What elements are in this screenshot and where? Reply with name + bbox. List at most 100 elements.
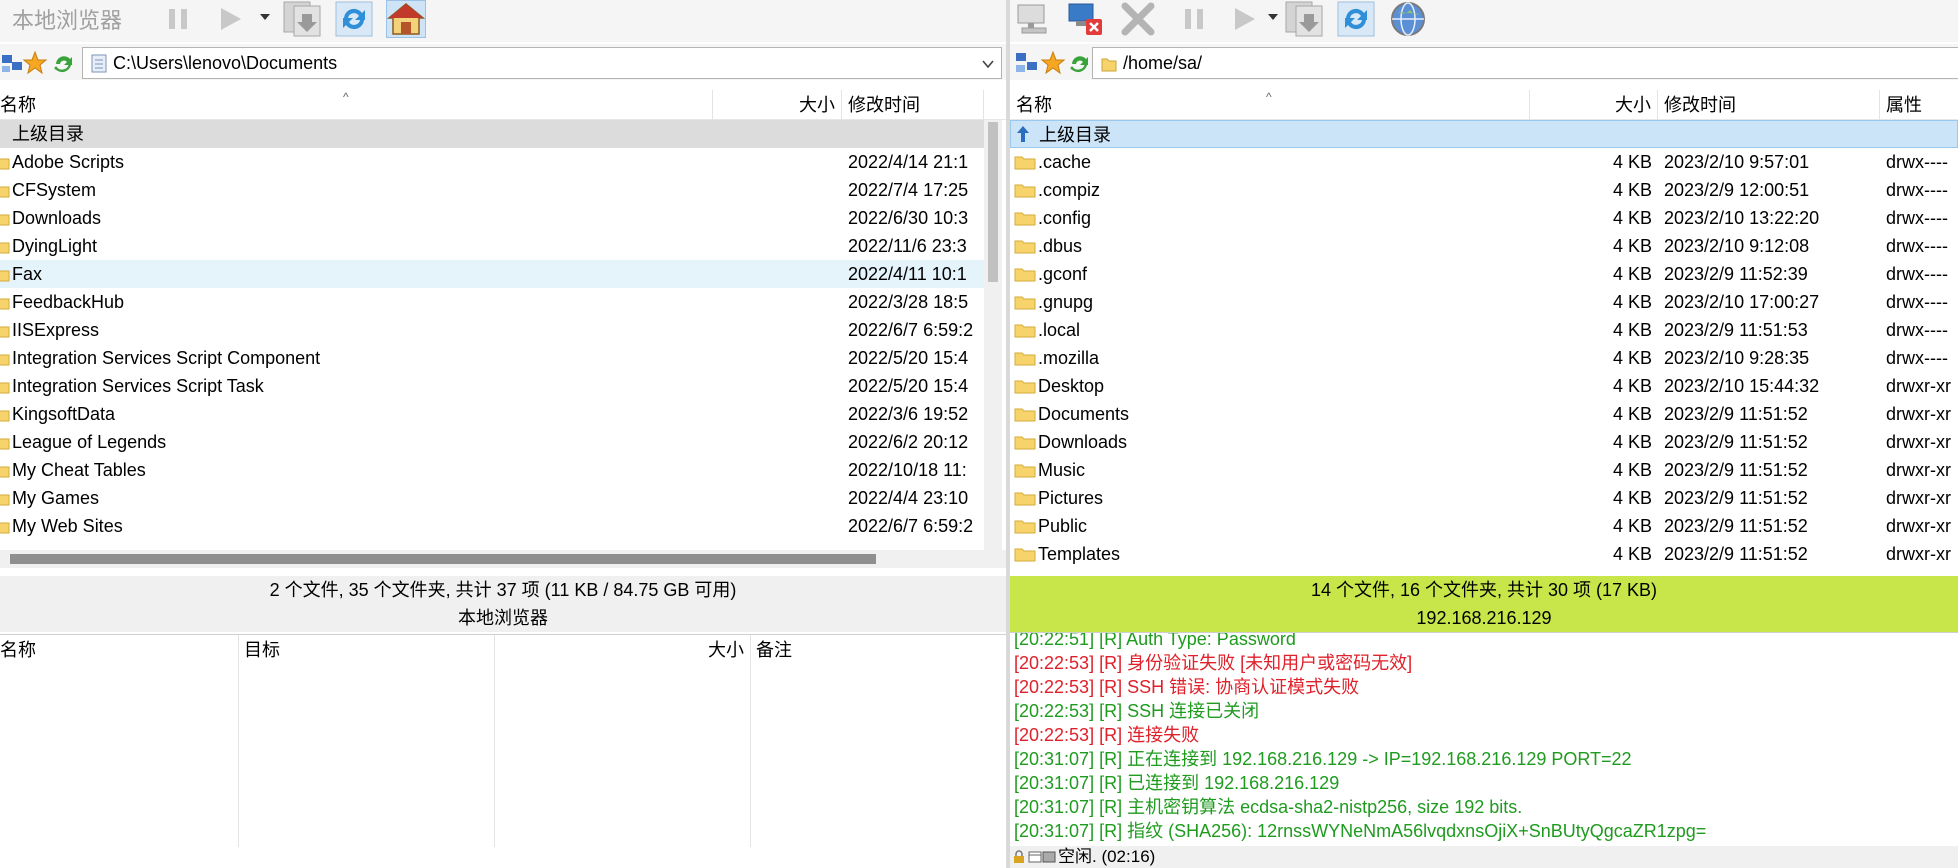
table-row[interactable]: League of Legends 2022/6/2 20:12	[0, 428, 984, 456]
table-row[interactable]: Integration Services Script Component 202…	[0, 344, 984, 372]
file-modified: 2023/2/10 9:12:08	[1664, 236, 1810, 256]
play-button[interactable]	[1224, 0, 1264, 38]
file-name: .compiz	[1038, 180, 1101, 200]
folder-icon	[0, 494, 10, 506]
table-row[interactable]: DyingLight 2022/11/6 23:3	[0, 232, 984, 260]
sync-icon[interactable]	[50, 50, 76, 76]
table-row[interactable]: My Cheat Tables 2022/10/18 11:	[0, 456, 984, 484]
file-size	[713, 512, 836, 540]
column-modified[interactable]: 修改时间	[1658, 90, 1880, 120]
parent-directory-row[interactable]: 上级目录	[1010, 120, 1958, 148]
bookmark-star-icon[interactable]	[22, 50, 48, 76]
folder-icon	[0, 438, 10, 450]
play-dropdown-icon[interactable]	[1266, 10, 1280, 24]
local-horizontal-scrollbar[interactable]	[0, 550, 1006, 568]
table-row[interactable]: Integration Services Script Task 2022/5/2…	[0, 372, 984, 400]
queue-column-target[interactable]: 目标	[238, 635, 494, 665]
folder-icon	[0, 214, 10, 226]
bookmark-star-icon[interactable]	[1040, 50, 1066, 76]
file-name: My Games	[12, 488, 100, 508]
remote-address-row: /home/sa/	[1010, 44, 1958, 80]
column-size[interactable]: 大小	[713, 90, 842, 120]
file-size	[713, 204, 836, 232]
folder-icon	[1014, 324, 1036, 338]
sync-icon[interactable]	[1066, 50, 1092, 76]
scroll-thumb[interactable]	[10, 554, 876, 564]
table-row[interactable]: Downloads 4 KB 2023/2/9 11:51:52 drwxr-xr	[1010, 428, 1958, 456]
table-row[interactable]: My Web Sites 2022/6/7 6:59:2	[0, 512, 984, 540]
home-button[interactable]	[386, 0, 426, 38]
file-size: 4 KB	[1612, 208, 1652, 228]
file-name: My Web Sites	[12, 516, 123, 536]
table-row[interactable]: Documents 4 KB 2023/2/9 11:51:52 drwxr-xr	[1010, 400, 1958, 428]
transfer-button[interactable]	[1284, 0, 1324, 38]
folder-icon	[1014, 520, 1036, 534]
table-row[interactable]: My Games 2022/4/4 23:10	[0, 484, 984, 512]
file-size: 4 KB	[1612, 348, 1652, 368]
column-modified[interactable]: 修改时间	[842, 90, 984, 120]
queue-column-name[interactable]: 名称	[0, 635, 238, 665]
table-row[interactable]: FeedbackHub 2022/3/28 18:5	[0, 288, 984, 316]
table-row[interactable]: .cache 4 KB 2023/2/10 9:57:01 drwx----	[1010, 148, 1958, 176]
refresh-button[interactable]	[1336, 0, 1376, 38]
local-vertical-scrollbar[interactable]	[984, 120, 1002, 550]
table-row[interactable]: Pictures 4 KB 2023/2/9 11:51:52 drwxr-xr	[1010, 484, 1958, 512]
remote-status-bar: 14 个文件, 16 个文件夹, 共计 30 项 (17 KB)	[1010, 576, 1958, 604]
file-name: .cache	[1038, 152, 1092, 172]
play-button[interactable]	[210, 0, 250, 38]
play-dropdown-icon[interactable]	[258, 10, 272, 24]
table-row[interactable]: .compiz 4 KB 2023/2/9 12:00:51 drwx----	[1010, 176, 1958, 204]
table-row[interactable]: IISExpress 2022/6/7 6:59:2	[0, 316, 984, 344]
table-row[interactable]: KingsoftData 2022/3/6 19:52	[0, 400, 984, 428]
table-row[interactable]: .mozilla 4 KB 2023/2/10 9:28:35 drwx----	[1010, 344, 1958, 372]
column-size[interactable]: 大小	[1530, 90, 1658, 120]
parent-directory-row[interactable]: 上级目录	[0, 120, 984, 148]
column-attributes[interactable]: 属性	[1880, 90, 1958, 120]
table-row[interactable]: .config 4 KB 2023/2/10 13:22:20 drwx----	[1010, 204, 1958, 232]
remote-path-input[interactable]: /home/sa/	[1092, 47, 1958, 79]
table-row[interactable]: Desktop 4 KB 2023/2/10 15:44:32 drwxr-xr	[1010, 372, 1958, 400]
stop-button[interactable]	[1118, 0, 1158, 38]
connect-button[interactable]	[1014, 0, 1054, 38]
pause-button[interactable]	[158, 0, 198, 38]
drives-icon[interactable]	[1014, 50, 1040, 76]
web-button[interactable]	[1388, 0, 1428, 38]
table-row[interactable]: CFSystem 2022/7/4 17:25	[0, 176, 984, 204]
bottom-status-bar: 空闲. (02:16)	[1010, 846, 1958, 868]
column-name[interactable]: 名称	[0, 90, 713, 120]
table-row[interactable]: Templates 4 KB 2023/2/9 11:51:52 drwxr-xr	[1010, 540, 1958, 568]
file-name: .dbus	[1038, 236, 1083, 256]
file-attributes: drwx----	[1886, 236, 1948, 256]
table-row[interactable]: Fax 2022/4/11 10:1	[0, 260, 984, 288]
file-size	[713, 456, 836, 484]
table-row[interactable]: .local 4 KB 2023/2/9 11:51:53 drwx----	[1010, 316, 1958, 344]
table-row[interactable]: Music 4 KB 2023/2/9 11:51:52 drwxr-xr	[1010, 456, 1958, 484]
pause-button[interactable]	[1174, 0, 1214, 38]
folder-icon	[1014, 436, 1036, 450]
log-line: [20:22:53] [R] SSH 错误: 协商认证模式失败	[1014, 677, 1360, 697]
table-row[interactable]: Downloads 2022/6/30 10:3	[0, 204, 984, 232]
chevron-down-icon[interactable]	[981, 58, 995, 70]
table-row[interactable]: .gnupg 4 KB 2023/2/10 17:00:27 drwx----	[1010, 288, 1958, 316]
table-row[interactable]: Public 4 KB 2023/2/9 11:51:52 drwxr-xr	[1010, 512, 1958, 540]
file-modified: 2022/4/11 10:1	[848, 264, 967, 284]
transfer-button[interactable]	[282, 0, 322, 38]
local-path-input[interactable]: C:\Users\lenovo\Documents	[82, 47, 1002, 79]
table-row[interactable]: Adobe Scripts 2022/4/14 21:1	[0, 148, 984, 176]
folder-icon	[0, 186, 10, 198]
refresh-button[interactable]	[334, 0, 374, 38]
file-name: .mozilla	[1038, 348, 1100, 368]
file-name: .gconf	[1038, 264, 1088, 284]
file-attributes: drwxr-xr	[1886, 516, 1951, 536]
queue-column-note[interactable]: 备注	[750, 635, 1000, 665]
scroll-thumb[interactable]	[988, 122, 998, 282]
folder-icon	[0, 158, 10, 170]
queue-column-size[interactable]: 大小	[494, 635, 750, 665]
folder-icon	[1014, 464, 1036, 478]
local-pane-label: 本地浏览器	[0, 604, 1006, 632]
table-row[interactable]: .gconf 4 KB 2023/2/9 11:52:39 drwx----	[1010, 260, 1958, 288]
disconnect-button[interactable]	[1066, 0, 1106, 38]
file-modified: 2022/6/7 6:59:2	[848, 516, 974, 536]
table-row[interactable]: .dbus 4 KB 2023/2/10 9:12:08 drwx----	[1010, 232, 1958, 260]
file-attributes: drwxr-xr	[1886, 404, 1951, 424]
